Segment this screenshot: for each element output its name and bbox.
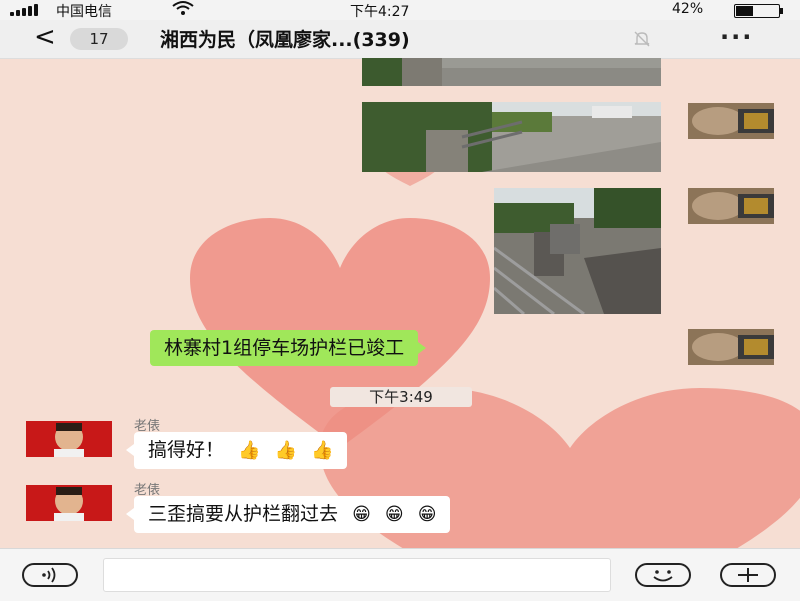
- carrier-name: 中国电信: [56, 4, 112, 20]
- smiley-icon: [653, 570, 673, 582]
- thumbs-up-emoji: 👍: [238, 440, 261, 461]
- bell-off-icon: [633, 30, 651, 52]
- plus-icon: [738, 568, 758, 582]
- grin-emoji: 😁: [384, 504, 404, 525]
- shared-photo[interactable]: [494, 188, 661, 314]
- message-text: 三歪搞要从护栏翻过去: [148, 503, 339, 525]
- chat-title: 湘西为民（凤凰廖家...(339): [160, 29, 410, 51]
- status-bar: 中国电信 下午4:27 42%: [0, 0, 800, 20]
- outgoing-message-bubble[interactable]: 林寨村1组停车场护栏已竣工: [150, 330, 427, 366]
- wifi-icon: [172, 0, 194, 20]
- battery-icon: [734, 4, 783, 18]
- chat-header: < 17 湘西为民（凤凰廖家...(339) ···: [0, 20, 800, 59]
- time-divider: 下午3:49: [330, 387, 472, 407]
- sender-avatar[interactable]: [26, 485, 112, 521]
- shared-photo[interactable]: [362, 58, 661, 86]
- user-avatar[interactable]: [688, 329, 774, 365]
- battery-percent: 42%: [672, 1, 704, 17]
- voice-button[interactable]: [22, 563, 78, 587]
- voice-icon: [42, 567, 56, 583]
- thumbs-up-emoji: 👍: [311, 440, 334, 461]
- message-text: 林寨村1组停车场护栏已竣工: [164, 337, 405, 359]
- incoming-message-bubble[interactable]: 搞得好！ 👍 👍 👍: [126, 432, 348, 469]
- shared-photo[interactable]: [362, 102, 661, 172]
- grin-emoji: 😁: [352, 504, 371, 525]
- incoming-message-bubble[interactable]: 三歪搞要从护栏翻过去 😁 😁 😁: [126, 496, 451, 533]
- message-input[interactable]: [103, 558, 611, 592]
- status-time: 下午4:27: [350, 4, 410, 20]
- emoji-button[interactable]: [635, 563, 691, 587]
- user-avatar[interactable]: [688, 188, 774, 224]
- back-button[interactable]: <: [34, 22, 56, 52]
- user-avatar[interactable]: [688, 103, 774, 139]
- signal-icon: [10, 4, 38, 16]
- add-button[interactable]: [720, 563, 776, 587]
- chat-area[interactable]: 林寨村1组停车场护栏已竣工 下午3:49 老俵 搞得好！ 👍 👍 👍 老俵 三歪…: [0, 58, 800, 548]
- input-bar: [0, 548, 800, 601]
- sender-avatar[interactable]: [26, 421, 112, 457]
- message-text: 搞得好！: [148, 439, 225, 461]
- grin-emoji: 😁: [417, 504, 437, 525]
- thumbs-up-emoji: 👍: [274, 440, 297, 461]
- more-options-button[interactable]: ···: [720, 23, 753, 51]
- unread-count-badge[interactable]: 17: [70, 28, 128, 50]
